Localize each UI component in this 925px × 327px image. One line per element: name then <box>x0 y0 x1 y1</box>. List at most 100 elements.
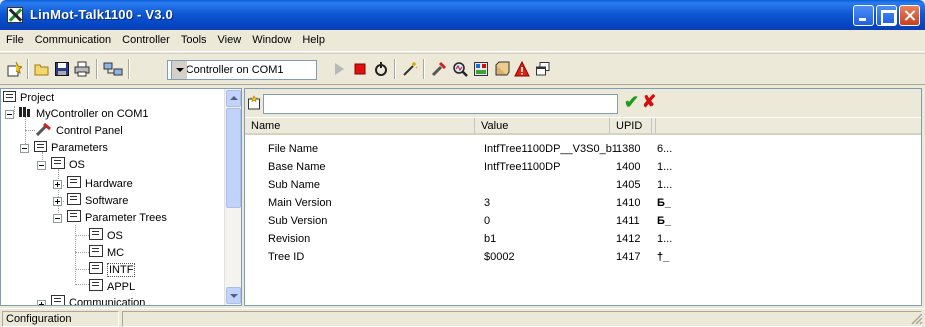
project-tree: Project MyController on COM1 Control Pan… <box>0 88 242 306</box>
column-header-upid[interactable]: UPID <box>610 118 652 135</box>
menu-file[interactable]: File <box>0 30 29 46</box>
maximize-button[interactable] <box>876 5 897 26</box>
toolbar: MyController on COM1 <box>0 53 925 85</box>
tree-item-controller[interactable]: MyController on COM1 <box>18 106 148 122</box>
collapse-toggle[interactable] <box>37 161 46 170</box>
tree-label: Parameters <box>51 142 108 154</box>
page-icon <box>51 295 65 305</box>
scope-icon[interactable] <box>452 61 468 77</box>
tree-item-communication[interactable]: Communication <box>51 295 146 306</box>
tree-item-project[interactable]: Project <box>3 90 54 106</box>
tree-item-pt-appl[interactable]: APPL <box>89 279 135 295</box>
row-name: Revision <box>268 233 311 245</box>
expand-toggle[interactable] <box>53 180 62 189</box>
play-icon[interactable] <box>331 61 347 77</box>
collapse-toggle[interactable] <box>53 214 62 223</box>
cancel-icon[interactable]: ✘ <box>642 92 656 112</box>
network-icon[interactable] <box>103 61 123 77</box>
window-title: LinMot-Talk1100 - V3.0 <box>30 7 173 22</box>
menu-window[interactable]: Window <box>246 30 296 46</box>
multi-window-icon[interactable] <box>535 61 551 77</box>
minimize-button[interactable] <box>853 5 874 26</box>
tree-item-pt-mc[interactable]: MC <box>89 245 124 261</box>
title-bar: LinMot-Talk1100 - V3.0 <box>0 0 925 30</box>
open-folder-icon[interactable] <box>34 61 50 77</box>
tree-label: Control Panel <box>56 125 123 137</box>
row-name: Base Name <box>268 161 326 173</box>
row-upid: 1380 <box>616 143 641 155</box>
tree-label: Project <box>20 92 55 104</box>
row-extra: †_ <box>657 251 670 263</box>
control-panel-icon <box>35 122 51 137</box>
tree-item-software[interactable]: Software <box>67 193 128 209</box>
tree-label: APPL <box>107 281 136 293</box>
row-extra: 1... <box>657 179 673 191</box>
collapse-toggle[interactable] <box>5 110 14 119</box>
drive-icon[interactable] <box>494 61 510 77</box>
close-button[interactable] <box>899 5 920 26</box>
tree-item-os[interactable]: OS <box>51 157 85 173</box>
print-icon[interactable] <box>74 61 90 77</box>
status-text: Configuration <box>2 311 119 327</box>
row-extra: Б_ <box>657 197 672 209</box>
row-name: Tree ID <box>268 251 305 263</box>
row-upid: 1411 <box>616 215 640 227</box>
column-header-name[interactable]: Name <box>245 118 475 135</box>
stop-icon[interactable] <box>352 61 368 77</box>
row-upid: 1412 <box>616 233 641 245</box>
menu-help[interactable]: Help <box>296 30 330 46</box>
tree-item-parameters[interactable]: Parameters <box>34 140 108 156</box>
save-icon[interactable] <box>54 61 70 77</box>
toolbar-separator <box>128 59 130 79</box>
monitor-icon[interactable] <box>473 61 489 77</box>
expand-toggle[interactable] <box>53 197 62 206</box>
page-icon <box>67 210 81 222</box>
tree-item-parameter-trees[interactable]: Parameter Trees <box>67 210 167 226</box>
collapse-toggle[interactable] <box>20 144 29 153</box>
magic-wand-icon[interactable] <box>402 61 418 77</box>
controller-select[interactable]: MyController on COM1 <box>167 60 317 80</box>
row-value: 3 <box>484 197 491 209</box>
row-name: Sub Version <box>268 215 328 227</box>
accept-icon[interactable]: ✔ <box>624 92 639 113</box>
menu-controller[interactable]: Controller <box>116 30 175 46</box>
tools-icon[interactable] <box>431 61 447 77</box>
warning-icon[interactable] <box>514 61 530 77</box>
tree-item-control-panel[interactable]: Control Panel <box>35 122 123 139</box>
toolbar-separator <box>394 59 396 79</box>
row-name: Main Version <box>268 197 332 209</box>
row-name: Sub Name <box>268 179 320 191</box>
tree-item-pt-os[interactable]: OS <box>89 228 123 244</box>
page-icon <box>67 193 81 205</box>
resize-grip-icon[interactable] <box>911 313 923 325</box>
tree-label: MyController on COM1 <box>36 108 149 120</box>
edit-bar: ✔ ✘ <box>245 89 921 117</box>
toolbar-separator <box>423 59 425 79</box>
column-header-value[interactable]: Value <box>475 118 610 135</box>
value-edit-field[interactable] <box>263 94 618 114</box>
reset-icon[interactable] <box>373 61 389 77</box>
menu-communication[interactable]: Communication <box>29 30 116 46</box>
tree-item-hardware[interactable]: Hardware <box>67 176 133 192</box>
row-value: IntfTree1100DP__V3S0_b1 <box>484 143 618 155</box>
tree-label: Parameter Trees <box>85 212 167 224</box>
scroll-thumb[interactable] <box>226 108 241 208</box>
scroll-up-button[interactable] <box>226 90 241 107</box>
menu-tools[interactable]: Tools <box>175 30 212 46</box>
page-icon <box>89 279 103 291</box>
row-upid: 1410 <box>616 197 641 209</box>
scroll-down-button[interactable] <box>226 287 241 304</box>
expand-toggle[interactable] <box>37 300 46 305</box>
chevron-down-icon[interactable] <box>171 61 187 79</box>
toolbar-separator <box>96 59 98 79</box>
menu-view[interactable]: View <box>212 30 247 46</box>
tree-label: Communication <box>69 297 146 306</box>
tree-item-pt-intf[interactable]: INTF <box>89 262 136 278</box>
row-extra: 1... <box>657 233 673 245</box>
tree-label: Hardware <box>85 178 133 190</box>
tree-scrollbar[interactable] <box>224 89 241 305</box>
status-pane-empty <box>122 311 922 327</box>
row-extra: 6... <box>657 143 673 155</box>
menu-bar: File Communication Controller Tools View Wind… <box>0 30 925 52</box>
new-project-icon[interactable] <box>6 61 22 77</box>
